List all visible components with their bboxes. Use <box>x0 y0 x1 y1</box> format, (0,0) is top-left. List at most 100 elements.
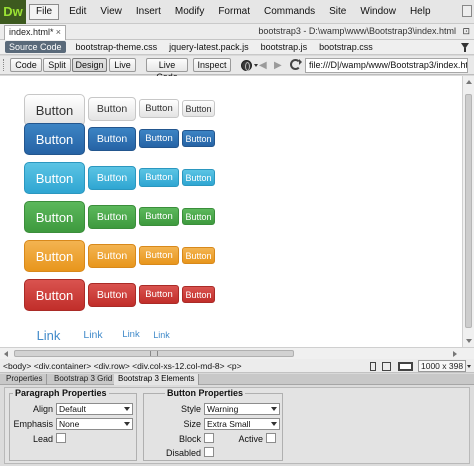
chevron-down-icon <box>271 422 277 426</box>
scroll-up-icon[interactable] <box>466 80 472 84</box>
block-checkbox[interactable] <box>204 433 214 443</box>
menu-modify[interactable]: Modify <box>168 0 211 24</box>
close-tab-icon[interactable]: × <box>56 26 61 39</box>
back-arrow-icon[interactable]: ◀ <box>259 60 267 71</box>
related-file-bootstrap-theme-css[interactable]: bootstrap-theme.css <box>72 42 166 52</box>
scroll-grip-icon <box>150 351 158 356</box>
btn-warning-sm[interactable]: Button <box>139 246 179 265</box>
window-control-icon[interactable] <box>462 5 472 17</box>
related-file-bootstrap-css[interactable]: bootstrap.css <box>315 42 381 52</box>
size-select[interactable]: Extra Small <box>204 418 280 430</box>
paragraph-group-title: Paragraph Properties <box>13 388 109 398</box>
globe-icon[interactable] <box>241 60 252 71</box>
vertical-scrollbar[interactable] <box>462 76 474 347</box>
scroll-left-icon[interactable] <box>4 351 8 357</box>
horizontal-scrollbar[interactable] <box>0 347 474 359</box>
related-file-source-code[interactable]: Source Code <box>5 41 66 53</box>
chevron-down-icon[interactable] <box>467 365 471 368</box>
btn-default-sm[interactable]: Button <box>139 99 179 118</box>
design-view-button[interactable]: Design <box>72 58 107 72</box>
live-code-button[interactable]: Live Code <box>146 58 188 82</box>
document-tab-bar: index.html* × bootstrap3 - D:\wamp\www\B… <box>0 24 474 40</box>
scroll-right-icon[interactable] <box>453 351 457 357</box>
mobile-size-icon[interactable] <box>370 362 376 371</box>
menu-site[interactable]: Site <box>322 0 353 24</box>
related-file-jquery[interactable]: jquery-latest.pack.js <box>165 42 257 52</box>
status-bar: <body> <div.container> <div.row> <div.co… <box>0 359 474 373</box>
document-path: bootstrap3 - D:\wamp\www\Bootstrap3\inde… <box>258 26 456 36</box>
btn-danger-xs[interactable]: Button <box>182 286 215 303</box>
btn-link-xs[interactable]: Link <box>145 326 178 343</box>
vertical-scroll-thumb[interactable] <box>465 94 472 328</box>
tab-properties[interactable]: Properties <box>2 374 48 385</box>
btn-primary-sm[interactable]: Button <box>139 129 179 148</box>
btn-success-xs[interactable]: Button <box>182 208 215 225</box>
document-toolbar: Code Split Design Live Live Code Inspect… <box>0 56 474 82</box>
document-tab-label: index.html* <box>9 27 54 37</box>
btn-danger-md[interactable]: Button <box>88 283 136 307</box>
address-field[interactable]: file:///D|/wamp/www/Bootstrap3/index.htm… <box>305 58 468 73</box>
scroll-down-icon[interactable] <box>466 339 472 343</box>
button-group-title: Button Properties <box>165 388 246 398</box>
btn-danger-sm[interactable]: Button <box>139 285 179 304</box>
btn-warning-lg[interactable]: Button <box>24 240 85 272</box>
disabled-checkbox[interactable] <box>204 447 214 457</box>
btn-info-lg[interactable]: Button <box>24 162 85 194</box>
btn-success-sm[interactable]: Button <box>139 207 179 226</box>
refresh-icon[interactable] <box>290 59 302 70</box>
emphasis-select[interactable]: None <box>56 418 133 430</box>
btn-success-lg[interactable]: Button <box>24 201 85 233</box>
btn-info-md[interactable]: Button <box>88 166 136 190</box>
menu-insert[interactable]: Insert <box>129 0 168 24</box>
menu-window[interactable]: Window <box>353 0 403 24</box>
btn-danger-lg[interactable]: Button <box>24 279 85 311</box>
document-tab[interactable]: index.html* × <box>4 25 66 40</box>
active-checkbox[interactable] <box>266 433 276 443</box>
style-select-value: Warning <box>207 404 239 414</box>
lead-checkbox[interactable] <box>56 433 66 443</box>
block-label: Block <box>178 434 201 444</box>
btn-default-lg[interactable]: Button <box>24 94 85 126</box>
filter-icon[interactable] <box>461 43 469 52</box>
tab-bootstrap-elements[interactable]: Bootstrap 3 Elements <box>114 374 200 385</box>
btn-primary-lg[interactable]: Button <box>24 123 85 155</box>
inspect-button[interactable]: Inspect <box>193 58 231 72</box>
tag-selector[interactable]: <body> <div.container> <div.row> <div.co… <box>3 359 242 373</box>
tab-bootstrap-grid[interactable]: Bootstrap 3 Grid <box>50 374 118 385</box>
menu-commands[interactable]: Commands <box>257 0 322 24</box>
chevron-down-icon[interactable] <box>254 64 258 67</box>
btn-info-xs[interactable]: Button <box>182 169 215 186</box>
forward-arrow-icon[interactable]: ▶ <box>274 60 282 71</box>
align-select[interactable]: Default <box>56 403 133 415</box>
style-select[interactable]: Warning <box>204 403 280 415</box>
btn-warning-md[interactable]: Button <box>88 244 136 268</box>
live-view-button[interactable]: Live <box>109 58 136 72</box>
menu-view[interactable]: View <box>93 0 129 24</box>
emphasis-label: Emphasis <box>13 419 53 429</box>
code-view-button[interactable]: Code <box>10 58 42 72</box>
btn-default-xs[interactable]: Button <box>182 100 215 117</box>
related-file-bootstrap-js[interactable]: bootstrap.js <box>257 42 316 52</box>
menu-file[interactable]: File <box>29 3 60 20</box>
restore-icon[interactable]: ⊡ <box>462 26 470 37</box>
window-size-select[interactable]: 1000 x 398 <box>418 360 466 372</box>
btn-link-md[interactable]: Link <box>69 323 117 347</box>
split-view-button[interactable]: Split <box>43 58 71 72</box>
btn-primary-md[interactable]: Button <box>88 127 136 151</box>
align-label: Align <box>32 404 53 414</box>
btn-success-md[interactable]: Button <box>88 205 136 229</box>
btn-default-md[interactable]: Button <box>88 97 136 121</box>
active-label: Active <box>238 434 263 444</box>
btn-warning-xs[interactable]: Button <box>182 247 215 264</box>
desktop-size-icon[interactable] <box>398 362 413 371</box>
menu-help[interactable]: Help <box>403 0 438 24</box>
panel-body: Paragraph Properties Align Default Empha… <box>4 387 470 464</box>
menu-format[interactable]: Format <box>211 0 257 24</box>
size-label: Size <box>183 419 201 429</box>
tablet-size-icon[interactable] <box>382 362 391 371</box>
toolbar-grip <box>3 59 6 71</box>
menu-edit[interactable]: Edit <box>62 0 93 24</box>
btn-primary-xs[interactable]: Button <box>182 130 215 147</box>
design-canvas[interactable]: Button Button Button Button Button Butto… <box>0 76 462 347</box>
btn-info-sm[interactable]: Button <box>139 168 179 187</box>
